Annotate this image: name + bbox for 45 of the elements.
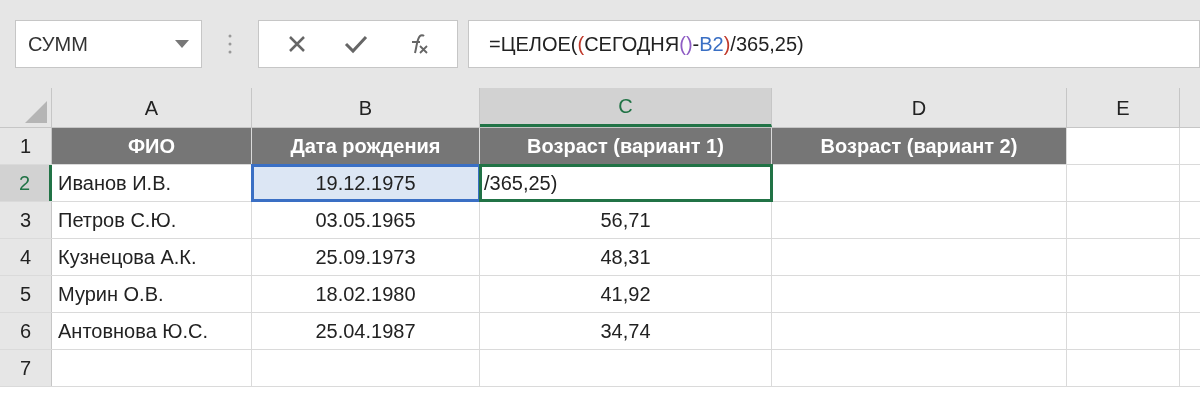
table-cell[interactable]: 25.09.1973: [252, 239, 480, 275]
row-header[interactable]: 4: [0, 239, 52, 275]
formula-token: (): [679, 32, 693, 57]
name-box[interactable]: СУММ: [15, 20, 202, 68]
column-header[interactable]: C: [480, 88, 772, 127]
table-cell[interactable]: Антовнова Ю.С.: [52, 313, 252, 349]
table-cell[interactable]: Петров С.Ю.: [52, 202, 252, 238]
table-cell[interactable]: 03.05.1965: [252, 202, 480, 238]
name-box-value: СУММ: [28, 32, 88, 57]
header-cell[interactable]: Возраст (вариант 2): [772, 128, 1067, 164]
table-cell[interactable]: 19.12.1975: [252, 165, 480, 201]
select-all-icon[interactable]: [25, 101, 47, 123]
row-header[interactable]: 7: [0, 350, 52, 386]
row-header[interactable]: 2: [0, 165, 52, 201]
table-cell[interactable]: 48,31: [480, 239, 772, 275]
table-cell[interactable]: 41,92: [480, 276, 772, 312]
row-header[interactable]: 3: [0, 202, 52, 238]
formula-token: /365,25): [730, 32, 804, 57]
formula-token: (: [577, 32, 585, 57]
formula-token: ): [723, 32, 731, 57]
formula-token: =ЦЕЛОЕ(: [489, 32, 578, 57]
row-header[interactable]: 5: [0, 276, 52, 312]
dropdown-arrow-icon[interactable]: [175, 40, 189, 48]
cancel-icon[interactable]: [287, 34, 308, 54]
header-cell[interactable]: ФИО: [52, 128, 252, 164]
row-header[interactable]: 1: [0, 128, 52, 164]
table-cell[interactable]: Мурин О.В.: [52, 276, 252, 312]
column-header[interactable]: E: [1067, 88, 1180, 127]
table-cell[interactable]: Кузнецова А.К.: [52, 239, 252, 275]
formula-token: B2: [699, 32, 724, 57]
header-cell[interactable]: Возраст (вариант 1): [480, 128, 772, 164]
formula-field[interactable]: =ЦЕЛОЕ((СЕГОДНЯ()-B2)/365,25): [468, 20, 1200, 68]
table-cell[interactable]: 56,71: [480, 202, 772, 238]
formula-token: -: [692, 32, 700, 57]
grip-icon: [228, 34, 232, 54]
row-header[interactable]: 6: [0, 313, 52, 349]
column-header[interactable]: D: [772, 88, 1067, 127]
column-header[interactable]: A: [52, 88, 252, 127]
table-cell[interactable]: 25.04.1987: [252, 313, 480, 349]
header-cell[interactable]: Дата рождения: [252, 128, 480, 164]
checkmark-icon[interactable]: [344, 34, 368, 54]
table-cell[interactable]: 34,74: [480, 313, 772, 349]
table-cell[interactable]: 18.02.1980: [252, 276, 480, 312]
formula-token: СЕГОДНЯ: [584, 32, 680, 57]
table-cell[interactable]: /365,25): [480, 165, 772, 201]
